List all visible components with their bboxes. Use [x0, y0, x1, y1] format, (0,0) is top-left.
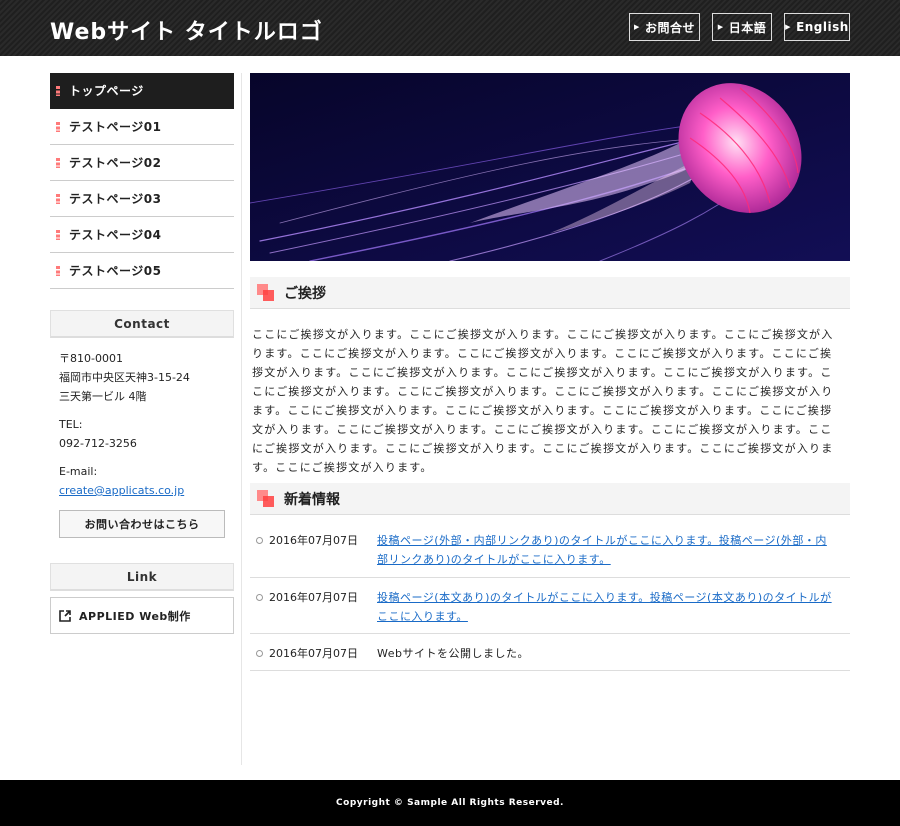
english-language-button[interactable]: ▶ English	[784, 13, 850, 41]
inquiry-button[interactable]: お問い合わせはこちら	[59, 510, 225, 538]
site-header: Webサイト タイトルロゴ ▶ お問合せ ▶ 日本語 ▶ English	[0, 0, 900, 56]
news-date: 2016年07月07日	[269, 591, 358, 604]
bullet-mark-icon	[56, 85, 60, 96]
contact-header-label: お問合せ	[644, 20, 695, 35]
greeting-heading: ご挨拶	[284, 285, 326, 302]
news-date: 2016年07月07日	[269, 647, 358, 660]
sidebar-item-test01[interactable]: テストページ01	[50, 109, 234, 145]
postal-code: 〒810-0001	[59, 352, 123, 365]
tel-label: TEL:	[59, 418, 83, 431]
sidebar-item-label: テストページ05	[69, 264, 162, 278]
column-divider	[241, 73, 242, 765]
jellyfish-illustration	[250, 73, 850, 261]
bullet-mark-icon	[56, 157, 60, 168]
news-heading-bar: 新着情報	[250, 483, 850, 515]
address-line1: 福岡市中央区天神3-15-24	[59, 371, 190, 384]
section-square-icon	[257, 283, 275, 302]
greeting-heading-bar: ご挨拶	[250, 277, 850, 309]
greeting-text: ここにご挨拶文が入ります。ここにご挨拶文が入ります。ここにご挨拶文が入ります。こ…	[252, 328, 834, 474]
news-row: 2016年07月07日 投稿ページ(外部・内部リンクあり)のタイトルがここに入り…	[250, 521, 850, 578]
external-link-icon	[59, 609, 71, 622]
bullet-circle-icon	[256, 650, 263, 657]
hero-jellyfish-image	[250, 73, 850, 261]
sidebar-item-label: トップページ	[69, 84, 144, 98]
news-heading: 新着情報	[284, 491, 340, 508]
news-title-link[interactable]: 投稿ページ(外部・内部リンクあり)のタイトルがここに入ります。投稿ページ(外部・…	[377, 531, 837, 577]
contact-heading: Contact	[50, 310, 234, 338]
applied-web-link[interactable]: APPLIED Web制作	[50, 597, 234, 634]
link-heading: Link	[50, 563, 234, 591]
sidebar-item-label: テストページ04	[69, 228, 162, 242]
section-square-icon	[257, 489, 275, 508]
contact-info: 〒810-0001 福岡市中央区天神3-15-24 三天第一ビル 4階 TEL:…	[59, 349, 234, 500]
news-row: 2016年07月07日 Webサイトを公開しました。	[250, 634, 850, 671]
contact-header-button[interactable]: ▶ お問合せ	[629, 13, 700, 41]
bullet-mark-icon	[56, 121, 60, 132]
bullet-circle-icon	[256, 594, 263, 601]
sidebar-item-top[interactable]: トップページ	[50, 73, 234, 109]
bullet-mark-icon	[56, 265, 60, 276]
triangle-right-icon: ▶	[634, 23, 640, 31]
address-line2: 三天第一ビル 4階	[59, 390, 147, 403]
applied-web-link-label: APPLIED Web制作	[79, 609, 191, 623]
sidebar-item-label: テストページ01	[69, 120, 162, 134]
bullet-mark-icon	[56, 229, 60, 240]
bullet-mark-icon	[56, 193, 60, 204]
news-list: 2016年07月07日 投稿ページ(外部・内部リンクあり)のタイトルがここに入り…	[250, 521, 850, 671]
email-label: E-mail:	[59, 465, 98, 478]
news-title-link[interactable]: 投稿ページ(本文あり)のタイトルがここに入ります。投稿ページ(本文あり)のタイト…	[377, 588, 837, 633]
site-logo[interactable]: Webサイト タイトルロゴ	[50, 14, 323, 46]
triangle-right-icon: ▶	[717, 23, 724, 31]
japanese-language-button[interactable]: ▶ 日本語	[712, 13, 772, 41]
triangle-right-icon: ▶	[785, 23, 792, 31]
news-date: 2016年07月07日	[269, 534, 358, 547]
copyright-text: Copyright © Sample All Rights Reserved.	[336, 798, 564, 808]
sidebar-item-test03[interactable]: テストページ03	[50, 181, 234, 217]
news-row: 2016年07月07日 投稿ページ(本文あり)のタイトルがここに入ります。投稿ペ…	[250, 578, 850, 634]
english-language-label: English	[796, 20, 849, 34]
sidebar-item-label: テストページ02	[69, 156, 162, 170]
sidebar-item-test02[interactable]: テストページ02	[50, 145, 234, 181]
news-title: Webサイトを公開しました。	[377, 647, 529, 660]
bullet-circle-icon	[256, 537, 263, 544]
sidebar-item-test04[interactable]: テストページ04	[50, 217, 234, 253]
email-link[interactable]: create@applicats.co.jp	[59, 484, 184, 497]
japanese-language-label: 日本語	[728, 20, 767, 35]
site-footer: Copyright © Sample All Rights Reserved.	[0, 780, 900, 826]
sidebar-item-test05[interactable]: テストページ05	[50, 253, 234, 289]
sidebar-nav: トップページ テストページ01 テストページ02 テストページ03 テストページ…	[50, 73, 234, 289]
tel-number: 092-712-3256	[59, 437, 137, 450]
sidebar-item-label: テストページ03	[69, 192, 162, 206]
